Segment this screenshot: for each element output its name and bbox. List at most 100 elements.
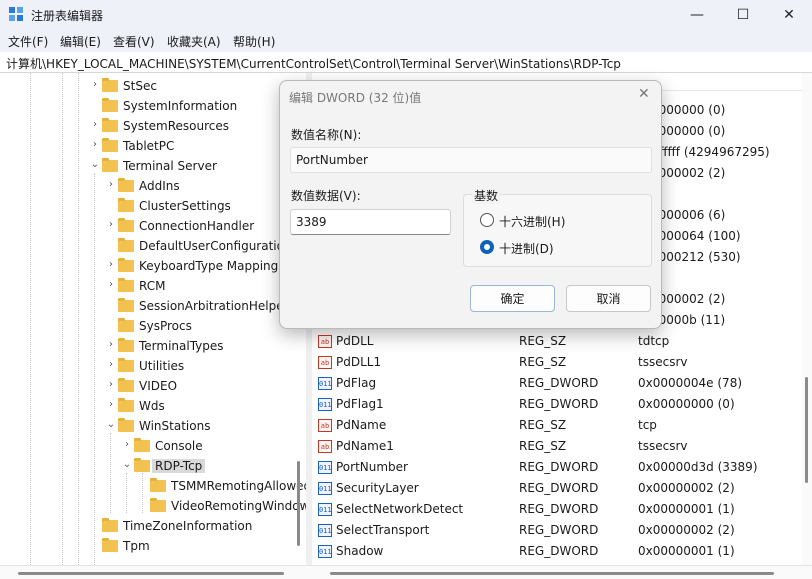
tree-item[interactable]: ClusterSettings: [0, 196, 292, 216]
chevron-right-icon[interactable]: ›: [90, 79, 100, 90]
tree-item[interactable]: Tpm: [0, 536, 292, 556]
tree-item[interactable]: VideoRemotingWindowNames: [0, 496, 306, 516]
address-path[interactable]: 计算机\HKEY_LOCAL_MACHINE\SYSTEM\CurrentCon…: [6, 55, 621, 72]
tree-item-label[interactable]: RCM: [139, 279, 165, 293]
menu-edit[interactable]: 编辑(E): [60, 33, 101, 50]
chevron-right-icon[interactable]: ›: [106, 219, 116, 230]
chevron-right-icon[interactable]: ›: [106, 379, 116, 390]
tree-item-label[interactable]: Console: [155, 439, 203, 453]
tree-item[interactable]: › ConnectionHandler: [0, 216, 292, 236]
value-row[interactable]: ab PdName1 REG_SZ tssecsrv: [312, 436, 802, 457]
tree-item[interactable]: TSMMRemotingAllowedApps: [0, 476, 306, 496]
menu-view[interactable]: 查看(V): [113, 33, 155, 50]
radio-hex-label[interactable]: 十六进制(H): [499, 213, 565, 230]
tree-item[interactable]: ⌄ RDP-Tcp: [0, 456, 292, 476]
chevron-right-icon[interactable]: ›: [106, 279, 116, 290]
tree-item[interactable]: ⌄ Terminal Server: [0, 156, 292, 176]
tree-item-label[interactable]: Terminal Server: [123, 159, 217, 173]
tree-item-label[interactable]: Utilities: [139, 359, 184, 373]
chevron-right-icon[interactable]: ›: [106, 339, 116, 350]
chevron-right-icon[interactable]: ›: [106, 359, 116, 370]
value-row[interactable]: 011 SecurityLayer REG_DWORD 0x00000002 (2): [312, 478, 802, 499]
tree-item-label[interactable]: TabletPC: [123, 139, 174, 153]
close-button[interactable]: ✕: [766, 0, 812, 30]
menu-favorites[interactable]: 收藏夹(A): [167, 33, 221, 50]
chevron-right-icon[interactable]: ›: [106, 259, 116, 270]
tree-item-label[interactable]: SystemResources: [123, 119, 229, 133]
minimize-button[interactable]: —: [674, 0, 720, 30]
tree-item[interactable]: › TabletPC: [0, 136, 292, 156]
chevron-right-icon[interactable]: ›: [90, 119, 100, 130]
tree-item[interactable]: › VIDEO: [0, 376, 292, 396]
value-data-field[interactable]: [290, 209, 451, 235]
value-row[interactable]: 011 PdFlag1 REG_DWORD 0x00000000 (0): [312, 394, 802, 415]
tree-item[interactable]: › Console: [0, 436, 292, 456]
menu-help[interactable]: 帮助(H): [233, 33, 275, 50]
dialog-close-icon[interactable]: ✕: [638, 86, 650, 102]
tree-item[interactable]: › AddIns: [0, 176, 292, 196]
tree-item[interactable]: › Wds: [0, 396, 292, 416]
tree-item-label[interactable]: VIDEO: [139, 379, 177, 393]
value-data: 0x00000000 (0): [638, 397, 735, 411]
value-row[interactable]: ab PdName REG_SZ tcp: [312, 415, 802, 436]
values-scrollbar[interactable]: [802, 73, 812, 565]
tree-item-label[interactable]: ClusterSettings: [139, 199, 231, 213]
tree-item[interactable]: SessionArbitrationHelper: [0, 296, 292, 316]
tree-item-label[interactable]: DefaultUserConfiguration: [139, 239, 292, 253]
tree-item-label[interactable]: KeyboardType Mapping: [139, 259, 278, 273]
chevron-right-icon[interactable]: ›: [106, 179, 116, 190]
chevron-right-icon[interactable]: ›: [122, 439, 132, 450]
tree-item-label[interactable]: Wds: [139, 399, 165, 413]
tree-item[interactable]: › Utilities: [0, 356, 292, 376]
radio-decimal-indicator[interactable]: [480, 240, 494, 254]
tree-item-label[interactable]: RDP-Tcp: [152, 459, 206, 473]
value-data: 0x00000001 (1): [638, 544, 735, 558]
menu-file[interactable]: 文件(F): [8, 33, 48, 50]
tree-item[interactable]: TimeZoneInformation: [0, 516, 292, 536]
tree-item-label[interactable]: SystemInformation: [123, 99, 237, 113]
tree-item-label[interactable]: TerminalTypes: [139, 339, 224, 353]
tree-item-label[interactable]: TSMMRemotingAllowedApps: [171, 479, 306, 493]
value-row[interactable]: 011 Shadow REG_DWORD 0x00000001 (1): [312, 541, 802, 562]
tree-item[interactable]: › KeyboardType Mapping: [0, 256, 292, 276]
value-row[interactable]: 011 SelectTransport REG_DWORD 0x00000002 (2…: [312, 520, 802, 541]
chevron-down-icon[interactable]: ⌄: [90, 159, 100, 170]
tree-item-label[interactable]: VideoRemotingWindowNames: [171, 499, 306, 513]
tree-item-label[interactable]: AddIns: [139, 179, 180, 193]
tree-item[interactable]: ⌄ WinStations: [0, 416, 292, 436]
tree-item[interactable]: › StSec: [0, 76, 292, 96]
tree-item[interactable]: SysProcs: [0, 316, 292, 336]
radio-decimal-label[interactable]: 十进制(D): [499, 240, 554, 257]
tree-item-label[interactable]: SessionArbitrationHelper: [139, 299, 289, 313]
address-bar[interactable]: 计算机\HKEY_LOCAL_MACHINE\SYSTEM\CurrentCon…: [0, 52, 812, 73]
tree-item[interactable]: DefaultUserConfiguration: [0, 236, 292, 256]
values-scrollbar-thumb[interactable]: [805, 377, 808, 483]
value-row[interactable]: 011 PdFlag REG_DWORD 0x0000004e (78): [312, 373, 802, 394]
value-row[interactable]: 011 SelectNetworkDetect REG_DWORD 0x0000000…: [312, 499, 802, 520]
tree-item[interactable]: › RCM: [0, 276, 292, 296]
chevron-right-icon[interactable]: ›: [106, 399, 116, 410]
chevron-down-icon[interactable]: ⌄: [106, 419, 116, 430]
tree-item-label[interactable]: ConnectionHandler: [139, 219, 254, 233]
tree-scrollbar-thumb[interactable]: [297, 461, 300, 546]
maximize-button[interactable]: ☐: [720, 0, 766, 30]
value-row[interactable]: ab PdDLL REG_SZ tdtcp: [312, 331, 802, 352]
tree-item[interactable]: › TerminalTypes: [0, 336, 292, 356]
horizontal-scrollbar[interactable]: [0, 565, 812, 579]
ok-button[interactable]: 确定: [470, 285, 555, 312]
tree-item-label[interactable]: SysProcs: [139, 319, 192, 333]
values-hscroll-thumb[interactable]: [330, 572, 774, 575]
cancel-button[interactable]: 取消: [566, 285, 651, 312]
tree-item-label[interactable]: WinStations: [139, 419, 210, 433]
chevron-right-icon[interactable]: ›: [90, 139, 100, 150]
radio-hex-indicator[interactable]: [480, 213, 494, 227]
tree-item-label[interactable]: StSec: [123, 79, 157, 93]
tree-hscroll-thumb[interactable]: [18, 572, 284, 575]
chevron-down-icon[interactable]: ⌄: [122, 459, 132, 470]
value-row[interactable]: 011 PortNumber REG_DWORD 0x00000d3d (3389): [312, 457, 802, 478]
tree-item[interactable]: SystemInformation: [0, 96, 292, 116]
tree-item[interactable]: › SystemResources: [0, 116, 292, 136]
value-row[interactable]: ab PdDLL1 REG_SZ tssecsrv: [312, 352, 802, 373]
tree-item-label[interactable]: TimeZoneInformation: [123, 519, 252, 533]
tree-item-label[interactable]: Tpm: [123, 539, 150, 553]
